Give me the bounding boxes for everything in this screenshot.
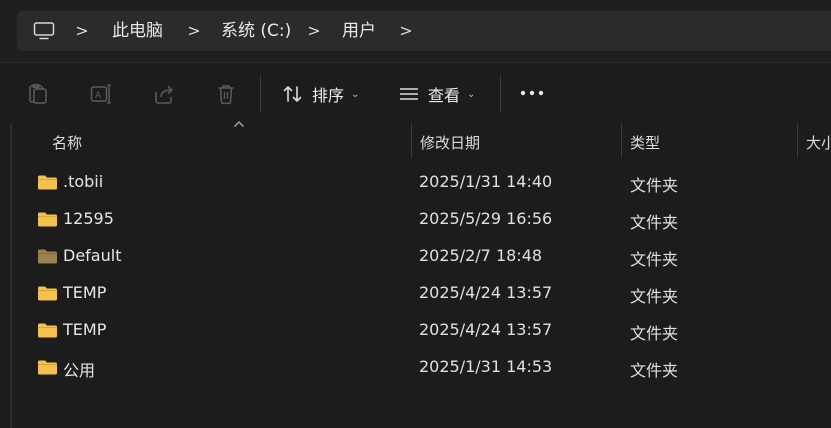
file-name: TEMP: [63, 320, 107, 339]
address-bar[interactable]: > 此电脑 > 系统 (C:) > 用户 >: [17, 11, 831, 51]
share-icon[interactable]: [152, 82, 176, 106]
file-name: 公用: [63, 361, 96, 380]
rename-icon[interactable]: A: [89, 82, 113, 106]
more-options-icon[interactable]: [519, 85, 545, 101]
file-list: 名称 修改日期 类型 大小 .tobii 2025/1/31 14:40 文件夹…: [0, 121, 831, 428]
file-row[interactable]: Default 2025/2/7 18:48 文件夹: [12, 237, 831, 274]
column-divider[interactable]: [621, 123, 622, 158]
file-date: 2025/2/7 18:48: [419, 246, 543, 265]
sort-button[interactable]: 排序 ⌄: [282, 75, 359, 113]
file-name: TEMP: [63, 283, 107, 302]
file-row[interactable]: 12595 2025/5/29 16:56 文件夹: [12, 200, 831, 237]
paste-icon[interactable]: [26, 82, 50, 106]
file-name: Default: [63, 246, 122, 265]
sort-label: 排序: [312, 86, 345, 105]
file-name: 12595: [63, 209, 114, 228]
file-row[interactable]: TEMP 2025/4/24 13:57 文件夹: [12, 311, 831, 348]
file-row[interactable]: 公用 2025/1/31 14:53 文件夹: [12, 348, 831, 385]
folder-dim-icon: [38, 249, 57, 264]
sort-ascending-icon: [234, 121, 244, 127]
folder-icon: [38, 286, 57, 301]
breadcrumb-users[interactable]: 用户: [342, 20, 376, 42]
column-divider[interactable]: [797, 123, 798, 158]
breadcrumb-system-c[interactable]: 系统 (C:): [221, 20, 291, 42]
breadcrumb-chevron-icon[interactable]: >: [75, 21, 89, 41]
breadcrumb-chevron-icon[interactable]: >: [187, 21, 201, 41]
chevron-down-icon: ⌄: [467, 88, 476, 100]
view-lines-icon: [400, 88, 418, 100]
this-pc-icon[interactable]: [33, 22, 55, 40]
column-header-size[interactable]: 大小: [806, 132, 831, 153]
address-area: > 此电脑 > 系统 (C:) > 用户 >: [0, 0, 831, 62]
folder-icon: [38, 175, 57, 190]
file-type: 文件夹: [630, 324, 679, 343]
file-name: .tobii: [63, 172, 104, 191]
svg-text:A: A: [95, 91, 102, 101]
folder-icon: [38, 212, 57, 227]
breadcrumb-chevron-icon[interactable]: >: [399, 21, 413, 41]
file-row[interactable]: .tobii 2025/1/31 14:40 文件夹: [12, 163, 831, 200]
column-header-type[interactable]: 类型: [630, 132, 660, 153]
column-header-name[interactable]: 名称: [52, 132, 82, 153]
file-type: 文件夹: [630, 361, 679, 380]
chevron-down-icon: ⌄: [351, 88, 360, 100]
file-type: 文件夹: [630, 176, 679, 195]
breadcrumb-this-pc[interactable]: 此电脑: [112, 20, 163, 42]
sort-arrows-icon: [283, 86, 302, 102]
view-button[interactable]: 查看 ⌄: [398, 75, 475, 113]
file-date: 2025/1/31 14:53: [419, 357, 553, 376]
view-label: 查看: [428, 86, 461, 105]
file-type: 文件夹: [630, 287, 679, 306]
toolbar-separator: [260, 75, 261, 113]
toolbar-separator: [500, 75, 501, 113]
column-divider[interactable]: [411, 123, 412, 158]
file-date: 2025/1/31 14:40: [419, 172, 553, 191]
file-type: 文件夹: [630, 250, 679, 269]
delete-icon[interactable]: [214, 82, 238, 106]
file-row[interactable]: TEMP 2025/4/24 13:57 文件夹: [12, 274, 831, 311]
file-date: 2025/4/24 13:57: [419, 320, 553, 339]
file-date: 2025/5/29 16:56: [419, 209, 553, 228]
folder-icon: [38, 323, 57, 338]
breadcrumb-chevron-icon[interactable]: >: [307, 21, 321, 41]
column-header-date[interactable]: 修改日期: [420, 132, 480, 153]
command-bar: A 排序 ⌄ 查看 ⌄: [0, 63, 831, 123]
folder-icon: [38, 360, 57, 375]
column-header-row: 名称 修改日期 类型 大小: [12, 121, 831, 160]
file-type: 文件夹: [630, 213, 679, 232]
file-date: 2025/4/24 13:57: [419, 283, 553, 302]
